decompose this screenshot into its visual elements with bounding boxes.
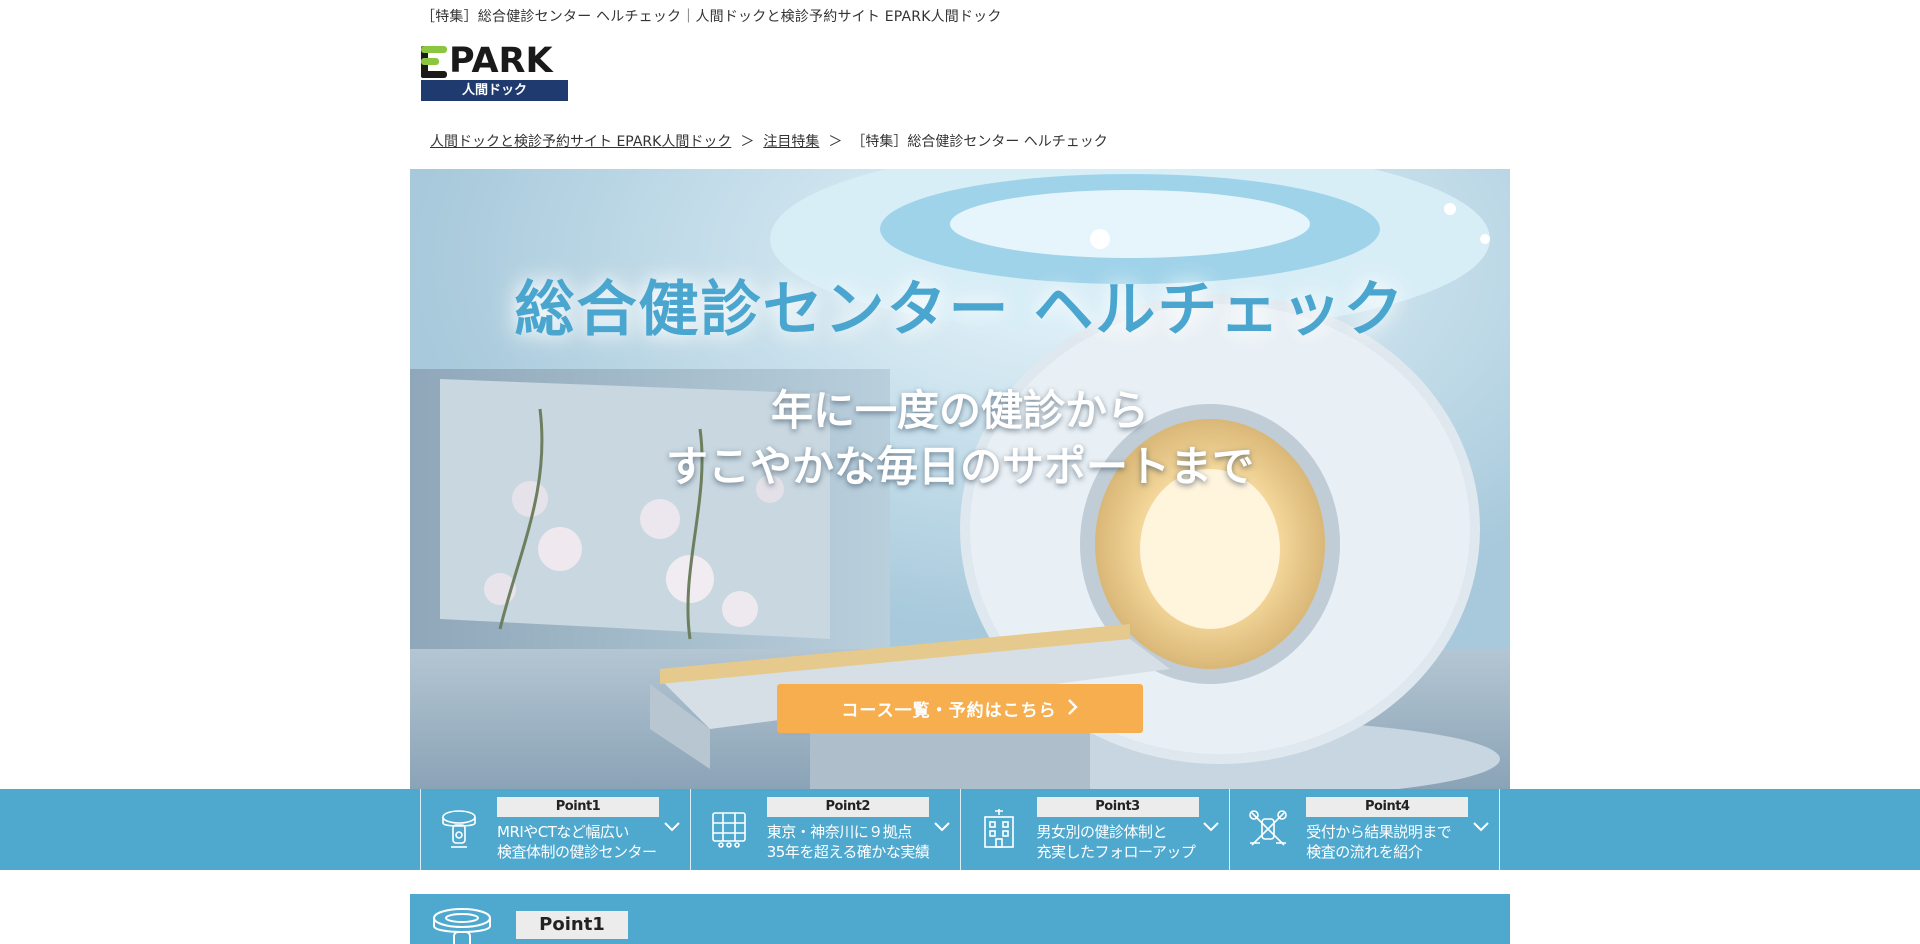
point-1-description: MRIやCTなど幅広い 検査体制の健診センター [497, 822, 657, 862]
point-2-item[interactable]: Point2 東京・神奈川に９拠点 35年を超える確かな実績 [691, 789, 961, 870]
epark-logo[interactable]: PARK 人間ドック [421, 38, 569, 101]
chevron-down-icon[interactable] [662, 817, 682, 837]
hero-banner: 総合健診センター ヘルチェック 年に一度の健診から すこやかな毎日のサポートまで… [410, 169, 1510, 789]
mri-scanner-icon [430, 906, 494, 944]
hero-title: 総合健診センター ヘルチェック [514, 275, 1406, 345]
breadcrumb-home-link[interactable]: 人間ドックと検診予約サイト EPARK人間ドック [430, 131, 731, 151]
point-3-description: 男女別の健診体制と 充実したフォローアップ [1037, 822, 1196, 862]
breadcrumb-separator: ＞ [828, 134, 843, 150]
point-2-line-2: 35年を超える確かな実績 [766, 843, 930, 861]
point-1-line-2: 検査体制の健診センター [497, 843, 657, 861]
point-4-description: 受付から結果説明まで 検査の流れを紹介 [1306, 822, 1452, 862]
course-list-reserve-button[interactable]: コース一覧・予約はこちら [777, 684, 1143, 733]
point-1-line-1: MRIやCTなど幅広い [497, 823, 629, 841]
point-1-badge: Point1 [497, 797, 659, 817]
point-2-description: 東京・神奈川に９拠点 35年を超える確かな実績 [767, 822, 930, 862]
chevron-down-icon[interactable] [1471, 817, 1491, 837]
hero-lead-line-1: 年に一度の健診から [770, 386, 1149, 435]
map-pins-icon [707, 807, 751, 851]
point-2-badge: Point2 [766, 797, 929, 817]
points-nav-bar: Point1 MRIやCTなど幅広い 検査体制の健診センター Point2 東京… [0, 789, 1920, 870]
breadcrumb: 人間ドックと検診予約サイト EPARK人間ドック ＞ 注目特集 ＞ ［特集］総合… [430, 131, 1108, 151]
point-1-section: Point1 [410, 894, 1510, 944]
chevron-right-icon [1067, 697, 1079, 721]
logo-e-icon [421, 46, 447, 78]
point-4-line-1: 受付から結果説明まで [1306, 823, 1452, 841]
point-4-badge: Point4 [1306, 797, 1469, 817]
point-1-item[interactable]: Point1 MRIやCTなど幅広い 検査体制の健診センター [421, 789, 691, 870]
logo-mark: PARK [421, 38, 569, 81]
crossed-tools-icon [1246, 807, 1290, 851]
point-4-line-2: 検査の流れを紹介 [1306, 843, 1423, 861]
point-3-item[interactable]: Point3 男女別の健診体制と 充実したフォローアップ [961, 789, 1231, 870]
point-3-line-1: 男女別の健診体制と [1036, 823, 1168, 841]
site-tagline: ［特集］総合健診センター ヘルチェック｜人間ドックと検診予約サイト EPARK人… [421, 9, 1002, 25]
chevron-down-icon[interactable] [1201, 817, 1221, 837]
building-icon [977, 807, 1021, 851]
breadcrumb-separator: ＞ [740, 134, 755, 150]
logo-sub-label: 人間ドック [421, 80, 568, 101]
point-3-line-2: 充実したフォローアップ [1036, 843, 1196, 861]
points-list: Point1 MRIやCTなど幅広い 検査体制の健診センター Point2 東京… [420, 789, 1500, 870]
logo-brand-text: PARK [449, 41, 553, 81]
breadcrumb-feature-link[interactable]: 注目特集 [763, 131, 819, 151]
mri-scanner-icon [437, 807, 481, 851]
chevron-down-icon[interactable] [932, 817, 952, 837]
point-3-badge: Point3 [1036, 797, 1199, 817]
point-4-item[interactable]: Point4 受付から結果説明まで 検査の流れを紹介 [1230, 789, 1500, 870]
cta-label: コース一覧・予約はこちら [841, 701, 1057, 721]
hero-lead: 年に一度の健診から すこやかな毎日のサポートまで [410, 383, 1510, 495]
breadcrumb-current: ［特集］総合健診センター ヘルチェック [851, 134, 1108, 150]
hero-lead-line-2: すこやかな毎日のサポートまで [665, 442, 1254, 491]
point-2-line-1: 東京・神奈川に９拠点 [766, 823, 913, 841]
section-point-badge: Point1 [516, 911, 628, 939]
